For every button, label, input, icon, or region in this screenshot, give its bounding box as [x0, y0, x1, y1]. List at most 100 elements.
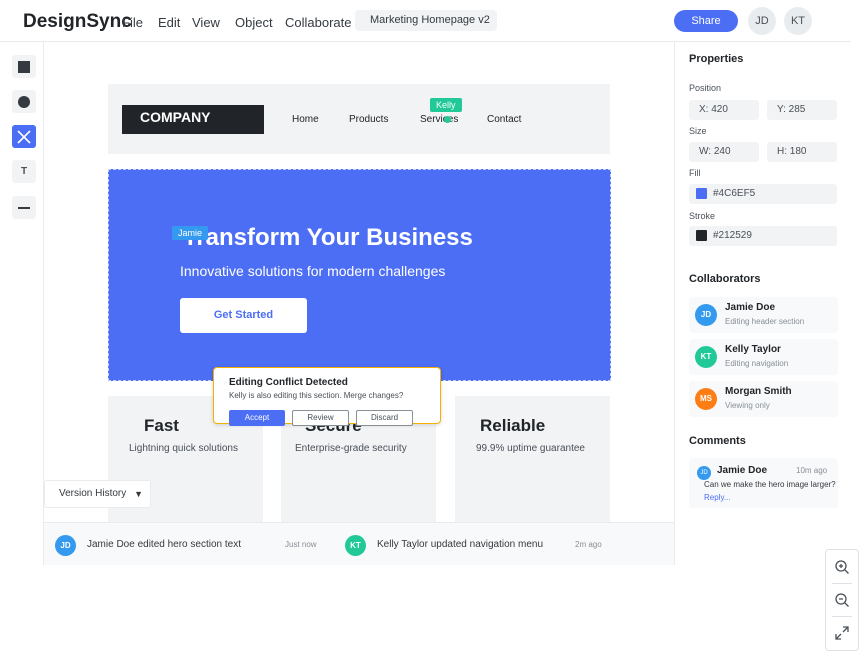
- activity-text: Jamie Doe edited hero section text: [87, 539, 241, 550]
- avatar: MS: [695, 388, 717, 410]
- document-name[interactable]: Marketing Homepage v2: [355, 10, 497, 31]
- hero-section[interactable]: Transform Your Business Innovative solut…: [108, 169, 611, 381]
- company-logo[interactable]: COMPANY: [122, 105, 264, 134]
- collaborator-item[interactable]: JD Jamie Doe Editing header section: [689, 297, 838, 333]
- size-label: Size: [689, 126, 707, 136]
- menu-object[interactable]: Object: [235, 15, 273, 30]
- zoom-out-button[interactable]: [826, 584, 858, 616]
- activity-time: 2m ago: [575, 540, 602, 549]
- page-header-section[interactable]: COMPANY Home Products Services Contact K…: [108, 84, 610, 154]
- text-icon: T: [20, 166, 28, 177]
- rectangle-tool[interactable]: [12, 55, 36, 78]
- line-tool[interactable]: [12, 196, 36, 219]
- line-icon: [18, 206, 30, 209]
- chevron-down-icon: ▼: [134, 489, 143, 499]
- hero-title[interactable]: Transform Your Business: [183, 224, 473, 252]
- circle-tool[interactable]: [12, 90, 36, 113]
- collaborator-name: Morgan Smith: [725, 386, 792, 397]
- feature-desc: Lightning quick solutions: [129, 443, 238, 454]
- feature-title: Reliable: [480, 416, 546, 435]
- size-w-field[interactable]: W: 240: [689, 142, 759, 162]
- nav-products[interactable]: Products: [349, 114, 388, 125]
- nav-contact[interactable]: Contact: [487, 114, 521, 125]
- collaborator-status: Editing navigation: [725, 359, 789, 368]
- feature-desc: 99.9% uptime guarantee: [476, 443, 585, 454]
- avatar: JD: [695, 304, 717, 326]
- circle-icon: [18, 95, 30, 108]
- activity-feed: JD Jamie Doe edited hero section text Ju…: [44, 522, 674, 565]
- position-y-field[interactable]: Y: 285: [767, 100, 837, 120]
- conflict-message: Kelly is also editing this section. Merg…: [229, 391, 404, 400]
- reply-link[interactable]: Reply...: [704, 493, 731, 502]
- frame-tool[interactable]: [12, 125, 36, 148]
- position-x-field[interactable]: X: 420: [689, 100, 759, 120]
- activity-text: Kelly Taylor updated navigation menu: [377, 539, 544, 550]
- kelly-cursor-label: Kelly: [430, 98, 462, 112]
- fill-swatch[interactable]: [696, 188, 707, 199]
- collaborator-status: Viewing only: [725, 401, 770, 410]
- tool-bar: T: [3, 42, 44, 565]
- comments-heading: Comments: [689, 435, 746, 447]
- collaborator-name: Kelly Taylor: [725, 344, 781, 355]
- collaborator-item[interactable]: KT Kelly Taylor Editing navigation: [689, 339, 838, 375]
- zoom-in-button[interactable]: [826, 551, 858, 583]
- comment-item: JD Jamie Doe 10m ago Can we make the her…: [689, 458, 838, 508]
- comment-author: Jamie Doe: [717, 465, 768, 476]
- nav-services[interactable]: Services: [420, 114, 458, 125]
- size-h-field[interactable]: H: 180: [767, 142, 837, 162]
- feature-title: Fast: [144, 416, 179, 435]
- menu-collaborate[interactable]: Collaborate: [285, 15, 352, 30]
- get-started-button[interactable]: Get Started: [180, 298, 307, 333]
- fill-value: #4C6EF5: [713, 188, 756, 199]
- conflict-dialog: Editing Conflict Detected Kelly is also …: [213, 367, 441, 426]
- version-history-dropdown[interactable]: Version History ▼: [44, 480, 151, 508]
- stroke-value: #212529: [713, 230, 752, 241]
- avatar-kt[interactable]: KT: [784, 7, 812, 35]
- kelly-cursor-dot: [444, 116, 451, 123]
- menu-view[interactable]: View: [192, 15, 220, 30]
- stroke-swatch[interactable]: [696, 230, 707, 241]
- design-canvas[interactable]: COMPANY Home Products Services Contact K…: [44, 42, 674, 522]
- frame-icon: [17, 129, 31, 144]
- collaborator-item[interactable]: MS Morgan Smith Viewing only: [689, 381, 838, 417]
- nav-home[interactable]: Home: [292, 114, 319, 125]
- comment-time: 10m ago: [796, 466, 828, 475]
- top-bar: DesignSync File Edit View Object Collabo…: [0, 0, 851, 42]
- review-button[interactable]: Review: [292, 410, 349, 426]
- avatar: JD: [55, 535, 76, 556]
- discard-button[interactable]: Discard: [356, 410, 413, 426]
- comment-text: Can we make the hero image larger?: [704, 480, 836, 489]
- properties-panel: Properties Position X: 420 Y: 285 Size W…: [674, 42, 851, 565]
- jamie-cursor-label: Jamie: [172, 226, 209, 240]
- feature-desc: Enterprise-grade security: [295, 443, 407, 454]
- rectangle-icon: [18, 60, 30, 73]
- stroke-field[interactable]: #212529: [689, 226, 837, 246]
- fit-screen-button[interactable]: [826, 617, 858, 649]
- menu-edit[interactable]: Edit: [158, 15, 180, 30]
- activity-time: Just now: [285, 540, 317, 549]
- avatar-jd[interactable]: JD: [748, 7, 776, 35]
- collaborators-heading: Collaborators: [689, 273, 761, 285]
- avatar: KT: [695, 346, 717, 368]
- properties-heading: Properties: [689, 53, 744, 65]
- stroke-label: Stroke: [689, 211, 716, 221]
- zoom-out-icon: [835, 593, 849, 607]
- text-tool[interactable]: T: [12, 160, 36, 183]
- avatar: KT: [345, 535, 366, 556]
- collaborator-status: Editing header section: [725, 317, 805, 326]
- fill-label: Fill: [689, 168, 701, 178]
- accept-button[interactable]: Accept: [229, 410, 285, 426]
- position-label: Position: [689, 83, 722, 93]
- avatar: JD: [697, 466, 711, 480]
- app-window: DesignSync File Edit View Object Collabo…: [0, 0, 868, 657]
- share-button[interactable]: Share: [674, 10, 738, 32]
- hero-subtitle[interactable]: Innovative solutions for modern challeng…: [180, 263, 445, 279]
- menu-file[interactable]: File: [122, 15, 143, 30]
- expand-icon: [835, 626, 849, 640]
- collaborator-name: Jamie Doe: [725, 302, 776, 313]
- zoom-controls: [825, 549, 859, 651]
- feature-card-reliable[interactable]: Reliable 99.9% uptime guarantee: [455, 396, 610, 522]
- fill-field[interactable]: #4C6EF5: [689, 184, 837, 204]
- zoom-in-icon: [835, 560, 849, 574]
- app-brand: DesignSync: [23, 11, 132, 32]
